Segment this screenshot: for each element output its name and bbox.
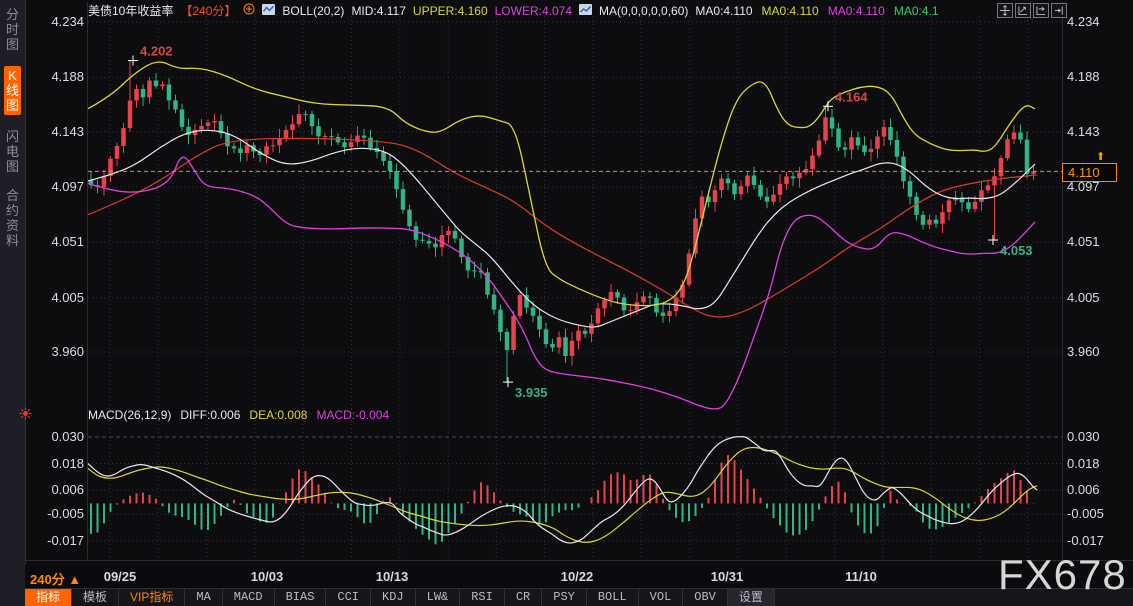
ma-chart-icon (579, 4, 592, 18)
instrument-title: 美债10年收益率 (88, 2, 173, 19)
chart-tool-buttons (997, 3, 1067, 18)
date-label: 11/10 (845, 569, 877, 584)
svg-text:4.053: 4.053 (1000, 243, 1033, 258)
axis-tick: 4.051 (1067, 234, 1100, 249)
toolbar-item-VOL[interactable]: VOL (639, 589, 684, 606)
sidebar-item-合约资料[interactable]: 合约资料 (4, 188, 21, 248)
axis-tick: 3.960 (1067, 344, 1100, 359)
candlestick-chart[interactable]: 4.202 4.164 3.935 4.053 (0, 0, 1133, 606)
axis-tick: -0.017 (1067, 533, 1104, 548)
macd-value: MACD:-0.004 (316, 408, 389, 422)
boll-label: BOLL(20,2) (282, 4, 344, 18)
date-label: 10/03 (251, 569, 284, 584)
time-axis: 240分 ▲ 09/25 10/03 10/13 10/22 10/31 11/10 (25, 565, 1133, 588)
toolbar-item-CCI[interactable]: CCI (326, 589, 371, 606)
toolbar-item-BIAS[interactable]: BIAS (275, 589, 327, 606)
sidebar-item-闪电图[interactable]: 闪电图 (4, 129, 21, 174)
ma-value: MA0:4.110 (828, 4, 885, 18)
axis-tick: 4.143 (1067, 124, 1100, 139)
axis-tick: 4.051 (18, 234, 84, 249)
current-price-badge: 4.110 (1062, 163, 1117, 182)
axis-tick: 4.143 (18, 124, 84, 139)
axis-tick: 0.018 (18, 456, 84, 471)
toolbar-item-设置[interactable]: 设置 (728, 589, 775, 606)
ma-values: MA0:4.110 MA0:4.110 MA0:4.110 MA0:4.1 (695, 4, 938, 18)
boll-mid-value: MID:4.117 (351, 4, 405, 18)
axis-tick: 4.005 (18, 290, 84, 305)
svg-text:3.935: 3.935 (515, 385, 548, 400)
period-badge[interactable]: 【240分】 (180, 2, 236, 19)
date-label: 09/25 (104, 569, 137, 584)
toolbar-item-CR[interactable]: CR (505, 589, 542, 606)
toolbar-item-MACD[interactable]: MACD (223, 589, 275, 606)
axis-tick: 3.960 (18, 344, 84, 359)
indicator-toolbar: 指标模板VIP指标MAMACDBIASCCIKDJLW&RSICRPSYBOLL… (25, 588, 1133, 606)
step-forward-icon[interactable] (1051, 3, 1067, 18)
axis-tick: 4.005 (1067, 290, 1100, 305)
axis-tick: -0.005 (1067, 506, 1104, 521)
toolbar-item-模板[interactable]: 模板 (72, 589, 119, 606)
svg-text:4.164: 4.164 (835, 89, 868, 104)
axis-tick: -0.005 (18, 506, 84, 521)
axis-tick: 4.097 (18, 179, 84, 194)
boll-lower-value: LOWER:4.074 (495, 4, 572, 18)
price-up-arrow-icon: ⬆ (1096, 150, 1105, 163)
date-label: 10/31 (711, 569, 744, 584)
svg-text:4.202: 4.202 (140, 44, 173, 59)
axis-tick: 0.030 (18, 429, 84, 444)
ma-value: MA0:4.110 (695, 4, 752, 18)
macd-diff-value: DIFF:0.006 (180, 408, 240, 422)
fx678-watermark: FX678 (998, 551, 1127, 599)
axis-tick: 4.188 (18, 69, 84, 84)
pan-icon[interactable] (997, 3, 1013, 18)
scale-vertical-icon[interactable] (1015, 3, 1031, 18)
toolbar-item-LW&[interactable]: LW& (416, 589, 461, 606)
date-label: 10/13 (376, 569, 409, 584)
axis-tick: 0.006 (1067, 482, 1100, 497)
toolbar-item-OBV[interactable]: OBV (683, 589, 728, 606)
toolbar-item-BOLL[interactable]: BOLL (587, 589, 639, 606)
macd-dea-value: DEA:0.008 (249, 408, 307, 422)
macd-label: MACD(26,12,9) (88, 408, 171, 422)
axis-tick: 4.234 (1067, 14, 1100, 29)
ma-value: MA0:4.1 (894, 4, 939, 18)
toolbar-item-RSI[interactable]: RSI (460, 589, 505, 606)
add-indicator-icon[interactable] (243, 3, 255, 18)
chart-header: 美债10年收益率 【240分】 BOLL(20,2) MID:4.117 UPP… (88, 3, 939, 18)
toolbar-item-PSY[interactable]: PSY (542, 589, 587, 606)
axis-tick: 4.234 (18, 14, 84, 29)
date-label: 10/22 (561, 569, 594, 584)
axis-tick: 0.006 (18, 482, 84, 497)
toolbar-item-指标[interactable]: 指标 (25, 589, 72, 606)
axis-tick: 0.018 (1067, 456, 1100, 471)
macd-header: MACD(26,12,9) DIFF:0.006 DEA:0.008 MACD:… (88, 408, 389, 422)
boll-upper-value: UPPER:4.160 (413, 4, 488, 18)
toolbar-item-KDJ[interactable]: KDJ (371, 589, 416, 606)
left-sidebar: 分时图 K线图闪电图合约资料 (0, 0, 26, 606)
axis-tick: 4.188 (1067, 69, 1100, 84)
sidebar-item-K线图[interactable]: K线图 (4, 66, 21, 115)
period-selector[interactable]: 240分 ▲ (30, 569, 81, 588)
sidebar-item-分时图[interactable]: 分时图 (4, 7, 21, 52)
trading-app-window: 4.202 4.164 3.935 4.053 分时图 K线图闪电图合约资料 美债10年… (0, 0, 1133, 606)
ma-value: MA0:4.110 (762, 4, 819, 18)
toolbar-item-MA[interactable]: MA (185, 589, 222, 606)
boll-chart-icon (262, 4, 275, 18)
axis-tick: -0.017 (18, 533, 84, 548)
alarm-icon (19, 407, 32, 425)
scale-horizontal-icon[interactable] (1033, 3, 1049, 18)
toolbar-item-VIP指标[interactable]: VIP指标 (119, 589, 185, 606)
ma-label: MA(0,0,0,0,0,60) (599, 4, 688, 18)
axis-tick: 0.030 (1067, 429, 1100, 444)
